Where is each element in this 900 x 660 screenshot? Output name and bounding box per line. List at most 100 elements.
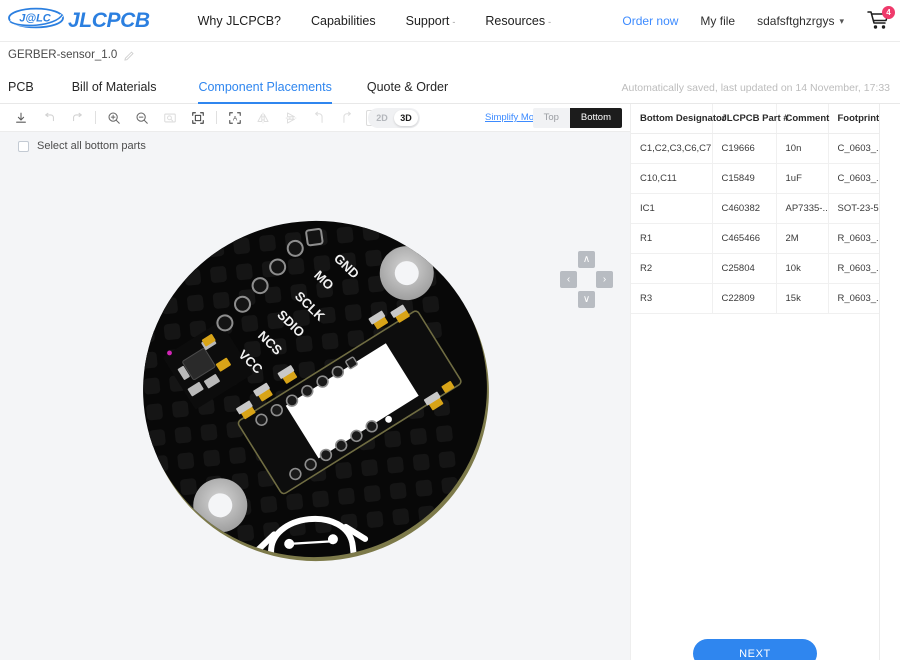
chevron-down-icon: - [548,16,552,27]
cell-footprint: R_0603_... [827,253,879,284]
pcb-board-render[interactable]: GND MO SCLK SDIO NCS VCC [0,161,630,621]
username-label: sdafsftghzrgys [757,14,835,28]
project-bar: GERBER-sensor_1.0 [0,42,900,68]
dimension-option-2d[interactable]: 2D [370,110,394,126]
cell-footprint: C_0603_... [827,133,879,164]
zoom-area-button[interactable] [159,107,181,129]
flip-vertical-icon [285,111,297,124]
fit-to-screen-button[interactable] [187,107,209,129]
table-header-row: Bottom Designator JLCPCB Part # Comment … [631,104,879,134]
cart-count-badge: 4 [882,6,895,19]
pcb-3d-canvas[interactable]: ∧ ‹ › ∨ GND MO SCLK SDIO NCS VCC [0,161,630,660]
site-header: J@LC JLCPCB Why JLCPCB? Capabilities Sup… [0,0,900,42]
cell-part-number: C25804 [711,253,776,284]
cell-designator: C1,C2,C3,C6,C7,... [631,133,712,164]
viewer-toolbar: A 2D 3D Simplify Model Top Bottom [0,104,630,132]
tab-label: Bill of Materials [71,80,157,94]
cell-part-number: C465466 [711,223,776,254]
select-all-button[interactable]: A [224,107,246,129]
nav-capabilities[interactable]: Capabilities [311,14,376,28]
cell-comment: 10k [775,253,828,284]
cell-comment: 2M [775,223,828,254]
zoom-in-button[interactable] [103,107,125,129]
toolbar-divider [216,111,217,124]
cart-button[interactable]: 4 [866,6,895,33]
cell-part-number: C22809 [711,283,776,314]
jlcpcb-logo[interactable]: J@LC JLCPCB [0,7,150,34]
nav-label: Resources [485,13,546,28]
my-file-link[interactable]: My file [700,14,735,28]
cell-footprint: SOT-23-5... [827,193,879,224]
fit-to-screen-icon [192,111,204,124]
cell-designator: R3 [631,283,712,314]
select-all-icon: A [229,111,241,124]
cell-comment: AP7335-... [775,193,828,224]
rotate-right-button[interactable] [336,107,358,129]
tab-component-placements[interactable]: Component Placements [198,80,333,104]
table-row[interactable]: C1,C2,C3,C6,C7,... C19666 10n C_0603_... [631,133,879,164]
rotate-left-icon [315,111,323,123]
next-button[interactable]: NEXT [693,639,817,660]
flip-vertical-button[interactable] [280,107,302,129]
zoom-area-icon [164,113,176,122]
viewer-pane: A 2D 3D Simplify Model Top Bottom Select… [0,104,630,660]
undo-button[interactable] [38,107,60,129]
main-navigation: Why JLCPCB? Capabilities Support - Resou… [198,14,552,28]
cell-designator: R1 [631,223,712,254]
nav-why-jlcpcb[interactable]: Why JLCPCB? [198,14,281,28]
download-button[interactable] [10,107,32,129]
pencil-icon[interactable] [124,50,135,61]
table-row[interactable]: R3 C22809 15k R_0603_... [631,283,879,314]
column-header-bottom-designator[interactable]: Bottom Designator [631,104,726,134]
parts-panel: Bottom Designator JLCPCB Part # Comment … [630,104,900,660]
svg-text:A: A [233,115,238,122]
order-now-link[interactable]: Order now [622,14,678,28]
user-account-menu[interactable]: sdafsftghzrgys ▾ [757,14,844,28]
cell-footprint: C_0603_... [827,163,879,194]
zoom-out-button[interactable] [131,107,153,129]
side-option-top[interactable]: Top [532,108,570,128]
autosave-status: Automatically saved, last updated on 14 … [621,82,891,94]
svg-text:J@LC: J@LC [19,13,52,25]
tab-bill-of-materials[interactable]: Bill of Materials [72,80,157,103]
dimension-option-3d[interactable]: 3D [394,110,418,126]
nav-label: Capabilities [310,13,376,28]
select-all-bottom-parts-checkbox[interactable] [18,140,29,152]
side-option-bottom[interactable]: Bottom [569,108,622,128]
tab-quote-and-order[interactable]: Quote & Order [367,80,448,103]
redo-button[interactable] [66,107,88,129]
header-actions: Order now My file sdafsftghzrgys ▾ 4 [622,0,895,42]
tab-label: Component Placements [198,80,332,94]
nav-support[interactable]: Support - [406,14,456,28]
cell-footprint: R_0603_... [827,223,879,254]
parts-table-scroll-area[interactable]: Bottom Designator JLCPCB Part # Comment … [631,104,879,660]
logo-wordmark: JLCPCB [68,8,150,32]
jlc-swoosh-logo-icon: J@LC [8,7,64,34]
nav-resources[interactable]: Resources - [485,14,551,28]
zoom-out-icon [136,111,148,124]
workspace: A 2D 3D Simplify Model Top Bottom Select… [0,104,900,660]
column-header-jlcpcb-part[interactable]: JLCPCB Part # [711,104,789,134]
flip-horizontal-button[interactable] [252,107,274,129]
parts-table: Bottom Designator JLCPCB Part # Comment … [631,104,879,314]
column-header-footprint[interactable]: Footprint [827,104,879,134]
table-row[interactable]: R2 C25804 10k R_0603_... [631,253,879,284]
pcb-board-svg: GND MO SCLK SDIO NCS VCC [129,218,489,580]
cell-designator: C10,C11 [631,163,712,194]
nav-label: Why JLCPCB? [197,13,281,28]
redo-icon [72,112,82,121]
board-side-toggle: Top Bottom [532,108,622,128]
cell-comment: 15k [775,283,828,314]
tab-pcb[interactable]: PCB [8,80,34,103]
rotate-left-button[interactable] [308,107,330,129]
table-row[interactable]: R1 C465466 2M R_0603_... [631,223,879,254]
zoom-in-icon [108,111,120,124]
table-row[interactable]: C10,C11 C15849 1uF C_0603_... [631,163,879,194]
nav-label: Support [405,13,450,28]
table-row[interactable]: IC1 C460382 AP7335-... SOT-23-5... [631,193,879,224]
cell-part-number: C15849 [711,163,776,194]
cell-footprint: R_0603_... [827,283,879,314]
chevron-down-icon: ▾ [839,15,844,26]
cell-comment: 10n [775,133,828,164]
cell-part-number: C460382 [711,193,776,224]
